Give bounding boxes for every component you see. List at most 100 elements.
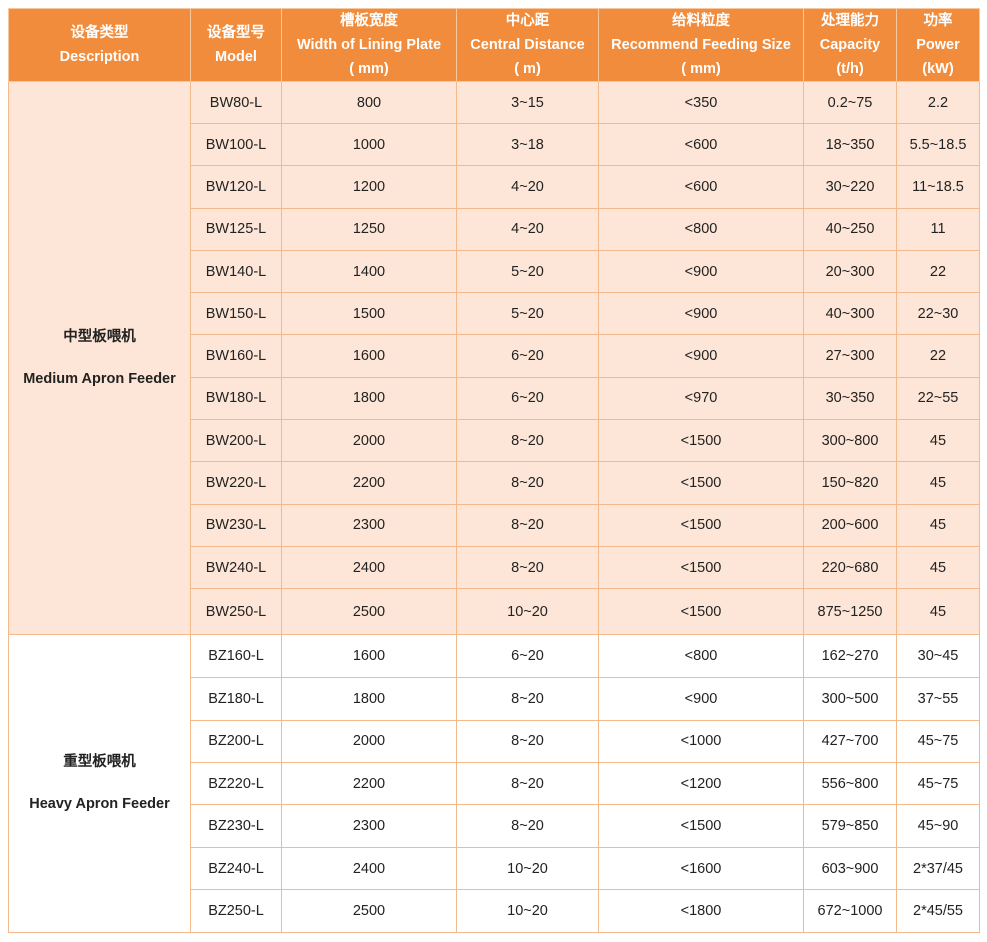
width-cell: 1800: [281, 376, 457, 421]
header-feeding-size: 给料粒度 Recommend Feeding Size ( mm): [598, 8, 804, 82]
central-distance-cell: 8~20: [456, 461, 599, 505]
header-capacity: 处理能力 Capacity (t/h): [803, 8, 897, 82]
capacity-cell: 300~800: [803, 419, 897, 463]
power-cell: 45: [896, 503, 980, 547]
feeding-size-cell: <1500: [598, 419, 804, 463]
width-cell: 1250: [281, 207, 457, 251]
central-distance-cell: 8~20: [456, 677, 599, 721]
model-cell: BW125-L: [190, 207, 282, 251]
central-distance-cell: 8~20: [456, 762, 599, 806]
model-cell: BW80-L: [190, 81, 282, 124]
power-cell: 22: [896, 249, 980, 294]
model-cell: BW160-L: [190, 334, 282, 378]
model-cell: BW200-L: [190, 419, 282, 463]
capacity-cell: 40~300: [803, 292, 897, 336]
power-cell: 5.5~18.5: [896, 122, 980, 167]
model-cell: BW240-L: [190, 545, 282, 590]
model-cell: BZ230-L: [190, 804, 282, 848]
power-cell: 22: [896, 334, 980, 378]
power-cell: 11: [896, 207, 980, 251]
central-distance-cell: 8~20: [456, 503, 599, 547]
capacity-cell: 40~250: [803, 207, 897, 251]
feeding-size-cell: <900: [598, 334, 804, 378]
power-cell: 45: [896, 419, 980, 463]
width-cell: 1600: [281, 634, 457, 679]
capacity-cell: 427~700: [803, 719, 897, 764]
width-cell: 2400: [281, 846, 457, 891]
feeding-size-cell: <900: [598, 677, 804, 721]
power-cell: 2.2: [896, 81, 980, 124]
header-model: 设备型号 Model: [190, 8, 282, 82]
feeding-size-cell: <350: [598, 81, 804, 124]
capacity-cell: 0.2~75: [803, 81, 897, 124]
central-distance-cell: 3~18: [456, 122, 599, 167]
medium-feeder-group: 中型板喂机 Medium Apron Feeder BW80-L 800 3~15 <35…: [8, 80, 980, 636]
capacity-cell: 603~900: [803, 846, 897, 891]
model-cell: BW250-L: [190, 588, 282, 636]
capacity-cell: 220~680: [803, 545, 897, 590]
model-cell: BZ180-L: [190, 677, 282, 721]
model-cell: BW180-L: [190, 376, 282, 421]
power-cell: 30~45: [896, 634, 980, 679]
central-distance-cell: 8~20: [456, 804, 599, 848]
feeding-size-cell: <970: [598, 376, 804, 421]
feeding-size-cell: <1500: [598, 503, 804, 547]
capacity-cell: 300~500: [803, 677, 897, 721]
power-cell: 45: [896, 461, 980, 505]
model-cell: BW150-L: [190, 292, 282, 336]
central-distance-cell: 6~20: [456, 334, 599, 378]
capacity-cell: 579~850: [803, 804, 897, 848]
power-cell: 2*45/55: [896, 889, 980, 933]
width-cell: 2000: [281, 419, 457, 463]
header-power: 功率 Power (kW): [896, 8, 980, 82]
power-cell: 37~55: [896, 677, 980, 721]
central-distance-cell: 10~20: [456, 889, 599, 933]
model-cell: BW120-L: [190, 165, 282, 209]
heavy-feeder-group: 重型板喂机 Heavy Apron Feeder BZ160-L 1600 6~20 <8…: [8, 634, 980, 933]
width-cell: 1200: [281, 165, 457, 209]
power-cell: 45~75: [896, 762, 980, 806]
capacity-cell: 27~300: [803, 334, 897, 378]
model-cell: BZ160-L: [190, 634, 282, 679]
central-distance-cell: 10~20: [456, 588, 599, 636]
width-cell: 2500: [281, 588, 457, 636]
model-cell: BZ240-L: [190, 846, 282, 891]
header-central-distance: 中心距 Central Distance ( m): [456, 8, 599, 82]
central-distance-cell: 4~20: [456, 207, 599, 251]
width-cell: 2200: [281, 461, 457, 505]
feeding-size-cell: <900: [598, 249, 804, 294]
feeding-size-cell: <800: [598, 207, 804, 251]
group-name-en: Heavy Apron Feeder: [29, 796, 170, 813]
feeding-size-cell: <600: [598, 122, 804, 167]
width-cell: 2500: [281, 889, 457, 933]
width-cell: 800: [281, 81, 457, 124]
width-cell: 1000: [281, 122, 457, 167]
model-cell: BW230-L: [190, 503, 282, 547]
central-distance-cell: 4~20: [456, 165, 599, 209]
feeding-size-cell: <1000: [598, 719, 804, 764]
table-header: 设备类型 Description 设备型号 Model 槽板宽度 Width o…: [8, 8, 980, 82]
model-cell: BZ200-L: [190, 719, 282, 764]
width-cell: 2300: [281, 503, 457, 547]
power-cell: 45~75: [896, 719, 980, 764]
feeding-size-cell: <900: [598, 292, 804, 336]
capacity-cell: 672~1000: [803, 889, 897, 933]
capacity-cell: 556~800: [803, 762, 897, 806]
feeding-size-cell: <1500: [598, 461, 804, 505]
capacity-cell: 18~350: [803, 122, 897, 167]
width-cell: 1800: [281, 677, 457, 721]
header-row: 设备类型 Description 设备型号 Model 槽板宽度 Width o…: [8, 8, 980, 82]
feeding-size-cell: <1200: [598, 762, 804, 806]
feeding-size-cell: <600: [598, 165, 804, 209]
central-distance-cell: 6~20: [456, 376, 599, 421]
capacity-cell: 20~300: [803, 249, 897, 294]
feeding-size-cell: <1500: [598, 588, 804, 636]
table-row: 重型板喂机 Heavy Apron Feeder BZ160-L 1600 6~20 <8…: [8, 634, 980, 933]
group-name-cn: 中型板喂机: [63, 329, 136, 346]
feeding-size-cell: <1500: [598, 545, 804, 590]
group-name-en: Medium Apron Feeder: [23, 371, 176, 388]
power-cell: 45: [896, 588, 980, 636]
capacity-cell: 200~600: [803, 503, 897, 547]
width-cell: 1500: [281, 292, 457, 336]
power-cell: 45: [896, 545, 980, 590]
